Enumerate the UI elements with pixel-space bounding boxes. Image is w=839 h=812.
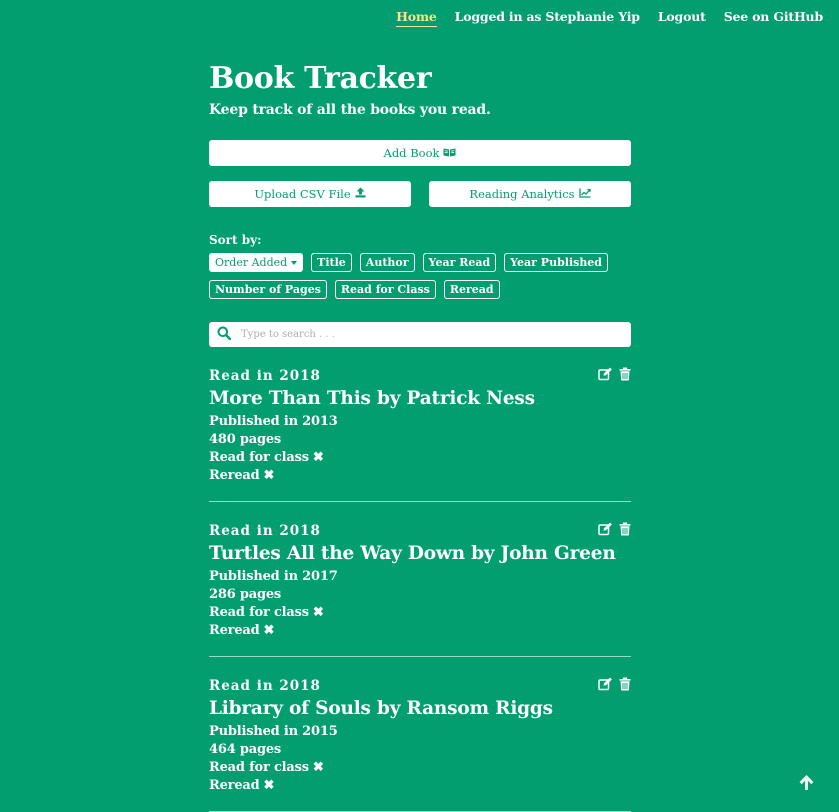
book-reread: Reread ✖	[209, 622, 631, 640]
file-actions-row: Upload CSV File Reading Analytics	[209, 181, 631, 207]
reread-label: Reread	[209, 468, 260, 483]
read-for-class-label: Read for class	[209, 760, 309, 775]
nav-logout-link[interactable]: Logout	[658, 9, 706, 27]
book-year-read: Read in 2018	[209, 677, 631, 695]
sort-author-button[interactable]: Author	[360, 253, 415, 272]
upload-icon	[355, 187, 366, 201]
book-actions	[598, 677, 631, 691]
book-reread: Reread ✖	[209, 777, 631, 795]
reread-label: Reread	[209, 778, 260, 793]
trash-icon[interactable]	[619, 677, 631, 691]
reading-analytics-button[interactable]: Reading Analytics	[429, 181, 631, 207]
trash-icon[interactable]	[619, 522, 631, 536]
x-mark-icon: ✖	[313, 450, 324, 465]
add-book-button[interactable]: Add Book	[209, 140, 631, 166]
x-mark-icon: ✖	[264, 623, 275, 638]
book-read-for-class: Read for class ✖	[209, 604, 631, 622]
book-published: Published in 2013	[209, 413, 631, 431]
main-content: Book Tracker Keep track of all the books…	[209, 60, 631, 812]
book-entry: Read in 2018 More Than This by Patrick N…	[209, 367, 631, 502]
sort-options: Order Added Title Author Year Read Year …	[209, 253, 639, 299]
edit-icon[interactable]	[598, 677, 613, 691]
edit-icon[interactable]	[598, 522, 613, 536]
search-icon	[217, 325, 231, 344]
reading-analytics-label: Reading Analytics	[469, 187, 574, 201]
arrow-up-icon	[798, 776, 815, 795]
sort-pages-button[interactable]: Number of Pages	[209, 280, 327, 299]
book-entry: Read in 2018 Turtles All the Way Down by…	[209, 522, 631, 657]
search-bar	[209, 322, 631, 347]
book-title: More Than This by Patrick Ness	[209, 386, 631, 412]
upload-csv-button[interactable]: Upload CSV File	[209, 181, 411, 207]
add-book-label: Add Book	[384, 146, 440, 160]
nav-user-link[interactable]: Logged in as Stephanie Yip	[455, 9, 640, 27]
upload-csv-label: Upload CSV File	[254, 187, 350, 201]
sort-year-published-button[interactable]: Year Published	[504, 253, 608, 272]
book-list: Read in 2018 More Than This by Patrick N…	[209, 367, 631, 812]
x-mark-icon: ✖	[313, 760, 324, 775]
top-nav: Home Logged in as Stephanie Yip Logout S…	[396, 9, 823, 27]
sort-title-button[interactable]: Title	[311, 253, 352, 272]
line-chart-icon	[579, 187, 591, 201]
edit-icon[interactable]	[598, 367, 613, 381]
book-read-for-class: Read for class ✖	[209, 759, 631, 777]
x-mark-icon: ✖	[264, 468, 275, 483]
book-entry: Read in 2018 Library of Souls by Ransom …	[209, 677, 631, 812]
caret-down-icon	[291, 261, 297, 265]
book-title: Library of Souls by Ransom Riggs	[209, 696, 631, 722]
book-actions	[598, 522, 631, 536]
sort-reread-button[interactable]: Reread	[444, 280, 500, 299]
scroll-to-top-button[interactable]	[798, 774, 815, 795]
open-book-icon	[443, 146, 456, 160]
book-read-for-class: Read for class ✖	[209, 449, 631, 467]
search-input[interactable]	[239, 328, 619, 341]
book-published: Published in 2017	[209, 568, 631, 586]
x-mark-icon: ✖	[313, 605, 324, 620]
page-title: Book Tracker	[209, 60, 631, 98]
sort-dropdown[interactable]: Order Added	[209, 253, 303, 272]
book-actions	[598, 367, 631, 381]
book-title: Turtles All the Way Down by John Green	[209, 541, 631, 567]
book-published: Published in 2015	[209, 723, 631, 741]
book-pages: 286 pages	[209, 586, 631, 604]
sort-year-read-button[interactable]: Year Read	[423, 253, 497, 272]
sort-read-for-class-button[interactable]: Read for Class	[335, 280, 436, 299]
nav-home-link[interactable]: Home	[396, 9, 437, 27]
sort-selected-label: Order Added	[215, 255, 287, 270]
page-subtitle: Keep track of all the books you read.	[209, 102, 631, 118]
sort-label: Sort by:	[209, 233, 631, 247]
book-pages: 480 pages	[209, 431, 631, 449]
reread-label: Reread	[209, 623, 260, 638]
nav-github-link[interactable]: See on GitHub	[724, 9, 823, 27]
book-year-read: Read in 2018	[209, 522, 631, 540]
read-for-class-label: Read for class	[209, 450, 309, 465]
trash-icon[interactable]	[619, 367, 631, 381]
book-reread: Reread ✖	[209, 467, 631, 485]
read-for-class-label: Read for class	[209, 605, 309, 620]
book-year-read: Read in 2018	[209, 367, 631, 385]
book-pages: 464 pages	[209, 741, 631, 759]
x-mark-icon: ✖	[264, 778, 275, 793]
